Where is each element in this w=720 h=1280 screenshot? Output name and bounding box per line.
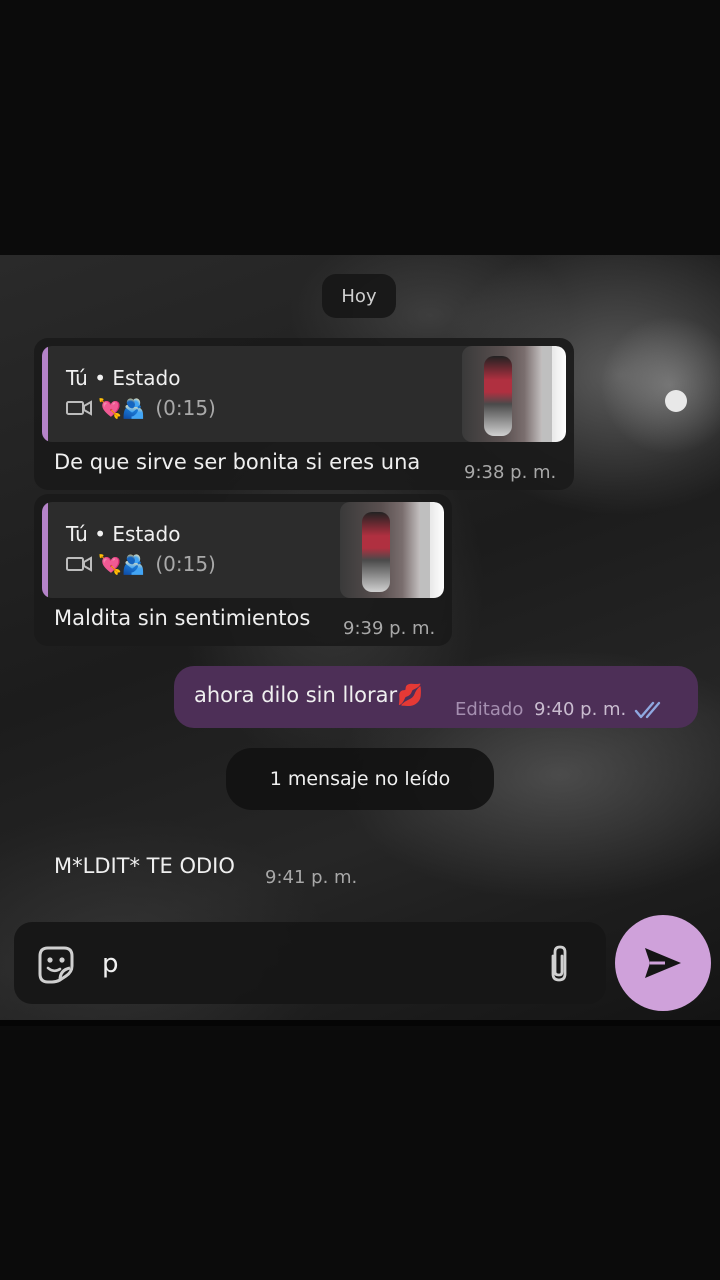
message-composer (14, 922, 606, 1004)
thumbnail-detail (542, 346, 552, 442)
message-text: M*LDIT* TE ODIO (54, 854, 235, 878)
reply-accent-bar (42, 346, 48, 442)
message-input[interactable] (100, 942, 524, 986)
status-thumbnail[interactable] (340, 502, 444, 598)
reply-meta: 💘🫂 (0:15) (66, 552, 216, 576)
unread-label: 1 mensaje no leído (269, 768, 451, 790)
reply-emojis: 💘🫂 (98, 397, 146, 420)
incoming-message[interactable]: M*LDIT* TE ODIO 9:41 p. m. (34, 842, 374, 898)
reply-emojis: 💘🫂 (98, 553, 146, 576)
incoming-message[interactable]: Tú • Estado 💘🫂 (0:15) Maldita sin sentim… (34, 494, 452, 646)
background-decoration-dot (665, 390, 687, 412)
video-icon (66, 556, 92, 572)
send-button[interactable] (615, 915, 711, 1011)
unread-separator: 1 mensaje no leído (226, 748, 494, 810)
message-time: 9:40 p. m. (534, 699, 627, 720)
message-time: 9:38 p. m. (464, 462, 557, 483)
thumbnail-detail (420, 502, 430, 598)
date-label: Hoy (341, 285, 377, 307)
status-thumbnail[interactable] (462, 346, 566, 442)
reply-accent-bar (42, 502, 48, 598)
reply-duration: (0:15) (155, 396, 216, 420)
sticker-icon[interactable] (34, 942, 78, 986)
message-text: De que sirve ser bonita si eres una (54, 450, 421, 474)
background-decoration (600, 315, 720, 455)
divider (0, 1020, 720, 1026)
video-icon (66, 400, 92, 416)
status-reply-preview[interactable]: Tú • Estado 💘🫂 (0:15) (42, 346, 566, 442)
message-text: Maldita sin sentimientos (54, 606, 311, 630)
message-time: 9:41 p. m. (265, 867, 358, 888)
outgoing-message[interactable]: ahora dilo sin llorar💋 Editado 9:40 p. m… (174, 666, 698, 728)
reply-duration: (0:15) (155, 552, 216, 576)
paperclip-icon[interactable] (544, 942, 574, 986)
message-time: 9:39 p. m. (343, 618, 436, 639)
thumbnail-figure (484, 356, 512, 436)
read-receipt-icon (634, 701, 661, 719)
date-separator: Hoy (322, 274, 396, 318)
reply-title: Tú • Estado (66, 522, 181, 546)
thumbnail-figure (362, 512, 390, 592)
message-text: ahora dilo sin llorar💋 (194, 683, 424, 707)
incoming-message[interactable]: Tú • Estado 💘🫂 (0:15) De que sirve ser b… (34, 338, 574, 490)
status-reply-preview[interactable]: Tú • Estado 💘🫂 (0:15) (42, 502, 444, 598)
reply-title: Tú • Estado (66, 366, 181, 390)
edited-label: Editado (455, 699, 524, 720)
send-icon (645, 948, 681, 978)
reply-meta: 💘🫂 (0:15) (66, 396, 216, 420)
